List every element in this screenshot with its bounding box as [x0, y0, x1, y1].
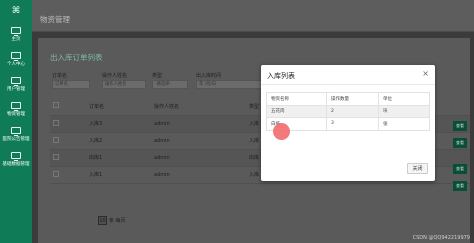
sidebar-item-users[interactable]: 用户管理: [0, 72, 32, 97]
page-title: 出入库订单列表: [50, 53, 103, 62]
table-header: 操作人姓名: [151, 98, 246, 116]
sidebar-item-label: 主页: [11, 37, 21, 42]
sidebar-item-label: 医院公告管理: [2, 137, 30, 142]
home-icon: [11, 27, 21, 36]
operator-input[interactable]: 操作人姓名: [102, 80, 146, 89]
header-title: 物资管理: [40, 15, 70, 24]
select-all-checkbox[interactable]: [53, 102, 59, 109]
items-table: 物资名称 操作数量 单位 五花肉 2 块 白纸 3 张: [266, 92, 430, 131]
cell-item-unit: 张: [378, 117, 430, 131]
sidebar-item-label: 基础数据管理: [2, 162, 30, 167]
sidebar: ⌘ 主页 个人中心 用户管理 物资管理 医院公告管理 基础数据管理: [0, 0, 32, 243]
row-checkbox[interactable]: [53, 136, 59, 143]
top-header: 物资管理: [32, 0, 474, 32]
date-label: 出入库时间: [196, 73, 222, 79]
row-checkbox[interactable]: [53, 170, 59, 177]
users-icon: [11, 77, 21, 86]
page-size-suffix: 条 每页: [109, 218, 126, 224]
order-no-input[interactable]: 订单名: [52, 80, 90, 89]
type-select[interactable]: -请选择-: [152, 80, 188, 89]
cell-item-name: 五花肉: [266, 104, 327, 118]
modal-header: 入库列表 ×: [261, 65, 435, 85]
sidebar-item-label: 个人中心: [7, 62, 25, 67]
date-input[interactable]: 年 /月/日: [196, 80, 262, 89]
view-button[interactable]: 查看: [453, 121, 467, 131]
row-checkbox-cell: [50, 132, 86, 150]
user-icon: [11, 52, 21, 61]
sidebar-item-profile[interactable]: 个人中心: [0, 47, 32, 72]
items-header: 操作数量: [326, 92, 379, 106]
watermark: CSDN @QQ942219979: [412, 235, 470, 241]
cell-operator: admin: [151, 115, 246, 133]
pagination: 10 条 每页: [98, 216, 126, 225]
order-no-label: 订单名: [52, 73, 68, 79]
cell-order-name: 入库1: [86, 166, 151, 184]
cell-operator: admin: [151, 166, 246, 184]
sidebar-item-notices[interactable]: 医院公告管理: [0, 122, 32, 147]
close-icon[interactable]: ×: [422, 70, 429, 78]
notice-icon: [11, 127, 21, 136]
table-header: 订单名: [86, 98, 151, 116]
close-button[interactable]: 关闭: [407, 163, 428, 174]
items-header: 单位: [378, 92, 430, 106]
cell-operator: admin: [151, 132, 246, 150]
row-checkbox-cell: [50, 166, 86, 184]
sidebar-item-label: 用户管理: [7, 87, 25, 92]
cell-operator: admin: [151, 149, 246, 167]
items-row: 五花肉 2 块: [266, 104, 430, 118]
modal-title: 入库列表: [267, 72, 295, 80]
type-label: 类型: [152, 73, 163, 79]
items-modal: 入库列表 × 物资名称 操作数量 单位 五花肉 2 块 白纸 3 张 关闭: [261, 65, 435, 181]
database-icon: [11, 152, 21, 161]
row-checkbox-cell: [50, 115, 86, 133]
table-header-select: [50, 98, 86, 116]
cell-item-qty: 2: [326, 104, 379, 118]
row-checkbox-cell: [50, 149, 86, 167]
cell-order-name: 出库1: [86, 149, 151, 167]
cell-item-unit: 块: [378, 104, 430, 118]
view-button[interactable]: 查看: [453, 138, 467, 148]
click-marker: [273, 123, 290, 140]
row-checkbox[interactable]: [53, 119, 59, 126]
view-button[interactable]: 查看: [453, 164, 467, 174]
logo: ⌘: [11, 6, 21, 16]
sidebar-item-label: 物资管理: [7, 112, 25, 117]
items-header: 物资名称: [266, 92, 327, 106]
cell-order-name: 入库3: [86, 115, 151, 133]
cell-order-name: 入库2: [86, 132, 151, 150]
row-checkbox[interactable]: [53, 153, 59, 160]
sidebar-item-home[interactable]: 主页: [0, 22, 32, 47]
sidebar-item-base-data[interactable]: 基础数据管理: [0, 147, 32, 172]
items-row: 白纸 3 张: [266, 117, 430, 131]
box-icon: [11, 102, 21, 111]
operator-label: 操作人姓名: [102, 73, 128, 79]
items-header-row: 物资名称 操作数量 单位: [266, 92, 430, 106]
page-size-select[interactable]: 10: [98, 216, 107, 225]
sidebar-item-supplies[interactable]: 物资管理: [0, 97, 32, 122]
view-button[interactable]: 查看: [453, 181, 467, 191]
cell-item-qty: 3: [326, 117, 379, 131]
